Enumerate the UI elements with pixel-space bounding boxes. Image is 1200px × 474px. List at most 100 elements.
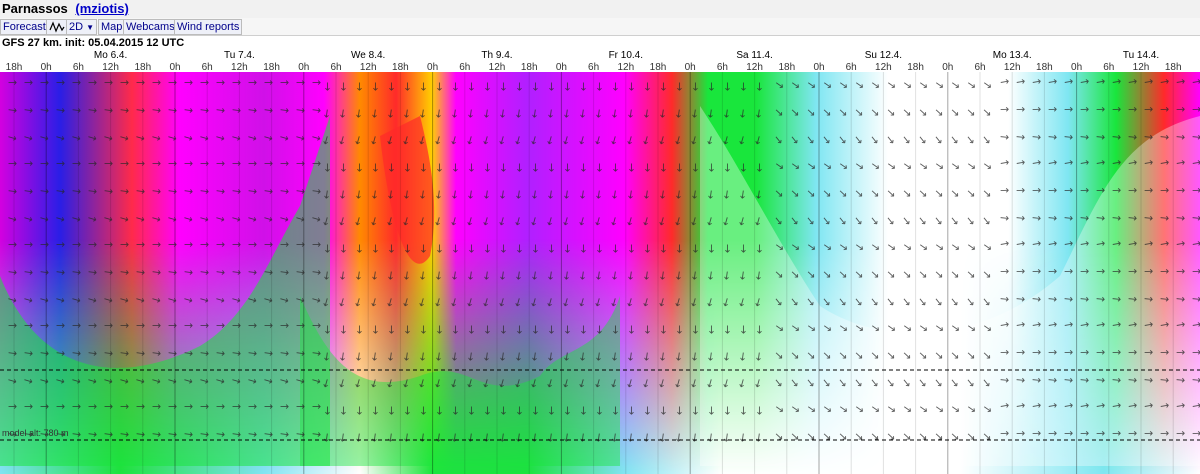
wind-arrow-glyph: → <box>352 189 366 200</box>
wind-arrow-glyph: → <box>576 270 590 281</box>
wind-arrow-glyph: → <box>705 244 718 253</box>
wind-arrow-glyph: → <box>168 157 177 170</box>
day-label: Tu 14.4. <box>1123 50 1159 61</box>
wind-arrow-glyph: → <box>23 346 34 360</box>
wind-arrow-glyph: → <box>1111 292 1122 306</box>
tab-wind-reports[interactable]: Wind reports <box>174 19 243 35</box>
wind-arrow-glyph: → <box>152 238 161 251</box>
wind-arrow-glyph: → <box>720 189 734 200</box>
wind-arrow-glyph: → <box>672 189 686 200</box>
wind-arrow-glyph: → <box>576 351 590 362</box>
wind-arrow-glyph: → <box>231 427 242 441</box>
wind-arrow-glyph: → <box>1047 211 1058 225</box>
wind-arrow-glyph: → <box>1032 427 1042 440</box>
wind-arrow-glyph: → <box>135 184 146 198</box>
wind-arrow-glyph: → <box>385 163 398 172</box>
wind-arrow-glyph: → <box>1111 373 1122 387</box>
wind-arrow-glyph: → <box>385 244 398 253</box>
wind-arrow-glyph: → <box>641 82 654 91</box>
wind-arrow-glyph: → <box>295 265 306 279</box>
wind-arrow-glyph: → <box>1143 130 1154 144</box>
tab-webcams[interactable]: Webcams <box>123 19 178 35</box>
wind-arrow-glyph: → <box>88 319 97 332</box>
wind-arrow-glyph: → <box>1191 74 1200 88</box>
wind-arrow-glyph: → <box>608 432 622 443</box>
wind-arrow-glyph: → <box>1031 292 1042 306</box>
wind-arrow-glyph: → <box>704 351 718 362</box>
wind-arrow-glyph: → <box>1144 427 1154 440</box>
wind-arrow-glyph: → <box>673 406 686 415</box>
wind-arrow-glyph: → <box>480 270 494 281</box>
wind-arrow-glyph: → <box>1000 184 1010 197</box>
wind-arrow-glyph: → <box>609 163 622 172</box>
wind-arrow-glyph: → <box>8 400 17 413</box>
wind-arrow-glyph: → <box>721 82 734 91</box>
wind-arrow-glyph: → <box>384 270 398 281</box>
wind-arrow-glyph: → <box>496 351 510 362</box>
hour-tick-label: 18h <box>134 62 151 73</box>
wind-arrow-glyph: → <box>689 82 702 91</box>
wind-arrow-glyph: → <box>1127 292 1138 306</box>
wind-arrow-glyph: → <box>120 76 129 89</box>
wind-arrow-glyph: → <box>720 270 734 281</box>
wind-arrow-glyph: → <box>320 108 334 119</box>
wind-arrow-glyph: → <box>151 427 162 441</box>
tab-2d[interactable]: 2D ▼ <box>66 19 98 35</box>
wind-arrow-glyph: → <box>576 189 590 200</box>
wind-arrow-glyph: → <box>248 76 257 89</box>
wind-arrow-glyph: → <box>593 82 606 91</box>
wind-arrow-glyph: → <box>215 265 226 279</box>
wind-arrow-glyph: → <box>657 325 670 334</box>
hour-tick-label: 18h <box>6 62 23 73</box>
wind-arrow-glyph: → <box>999 130 1010 144</box>
wind-arrow-glyph: → <box>592 108 606 119</box>
wind-arrow-glyph: → <box>279 184 290 198</box>
wind-arrow-glyph: → <box>40 157 49 170</box>
wind-arrow-glyph: → <box>608 270 622 281</box>
wind-arrow-glyph: → <box>71 346 82 360</box>
wind-arrow-glyph: → <box>1191 292 1200 306</box>
wind-arrow-glyph: → <box>609 82 622 91</box>
hour-tick-label: 18h <box>1165 62 1182 73</box>
wind-arrow-glyph: → <box>248 319 257 332</box>
wind-arrow-glyph: → <box>296 157 305 170</box>
wind-arrow-glyph: → <box>368 189 382 200</box>
wind-arrow-glyph: → <box>625 163 638 172</box>
wind-arrow-glyph: → <box>999 373 1010 387</box>
wind-arrow-glyph: → <box>657 406 670 415</box>
wind-arrow-glyph: → <box>1080 427 1090 440</box>
wind-arrow-glyph: → <box>200 319 209 332</box>
wind-arrow-glyph: → <box>545 82 558 91</box>
wind-arrow-glyph: → <box>231 184 242 198</box>
wind-arrow-glyph: → <box>609 244 622 253</box>
tab-map[interactable]: Map <box>98 19 126 35</box>
wind-arrow-glyph: → <box>1000 427 1010 440</box>
wind-arrow-glyph: → <box>448 189 462 200</box>
wind-arrow-glyph: → <box>296 238 305 251</box>
wind-arrow-glyph: → <box>752 432 766 443</box>
hour-tick-label: 6h <box>588 62 599 73</box>
wind-arrow-glyph: → <box>320 270 334 281</box>
tab-forecast[interactable]: Forecast <box>0 19 49 35</box>
wind-arrow-glyph: → <box>353 82 366 91</box>
wind-arrow-glyph: → <box>151 184 162 198</box>
wind-arrow-glyph: → <box>999 292 1010 306</box>
wind-arrow-glyph: → <box>656 108 670 119</box>
wind-arrow-glyph: → <box>593 325 606 334</box>
wind-arrow-glyph: → <box>280 157 289 170</box>
hour-tick-label: 0h <box>685 62 696 73</box>
wind-arrow-glyph: → <box>640 108 654 119</box>
wind-arrow-glyph: → <box>1063 292 1074 306</box>
wind-arrow-glyph: → <box>1192 265 1200 278</box>
wind-arrow-glyph: → <box>87 103 98 117</box>
wind-arrow-glyph: → <box>263 427 274 441</box>
user-link[interactable]: (mziotis) <box>75 1 128 16</box>
wind-arrow-glyph: → <box>23 103 34 117</box>
wind-arrow-glyph: → <box>168 319 177 332</box>
wind-arrow-glyph: → <box>497 163 510 172</box>
wind-arrow-glyph: → <box>1032 103 1042 116</box>
wind-arrow-glyph: → <box>529 406 542 415</box>
wind-arrow-glyph: → <box>1047 130 1058 144</box>
tab-meteogram[interactable] <box>46 19 68 35</box>
wind-arrow-glyph: → <box>705 406 718 415</box>
